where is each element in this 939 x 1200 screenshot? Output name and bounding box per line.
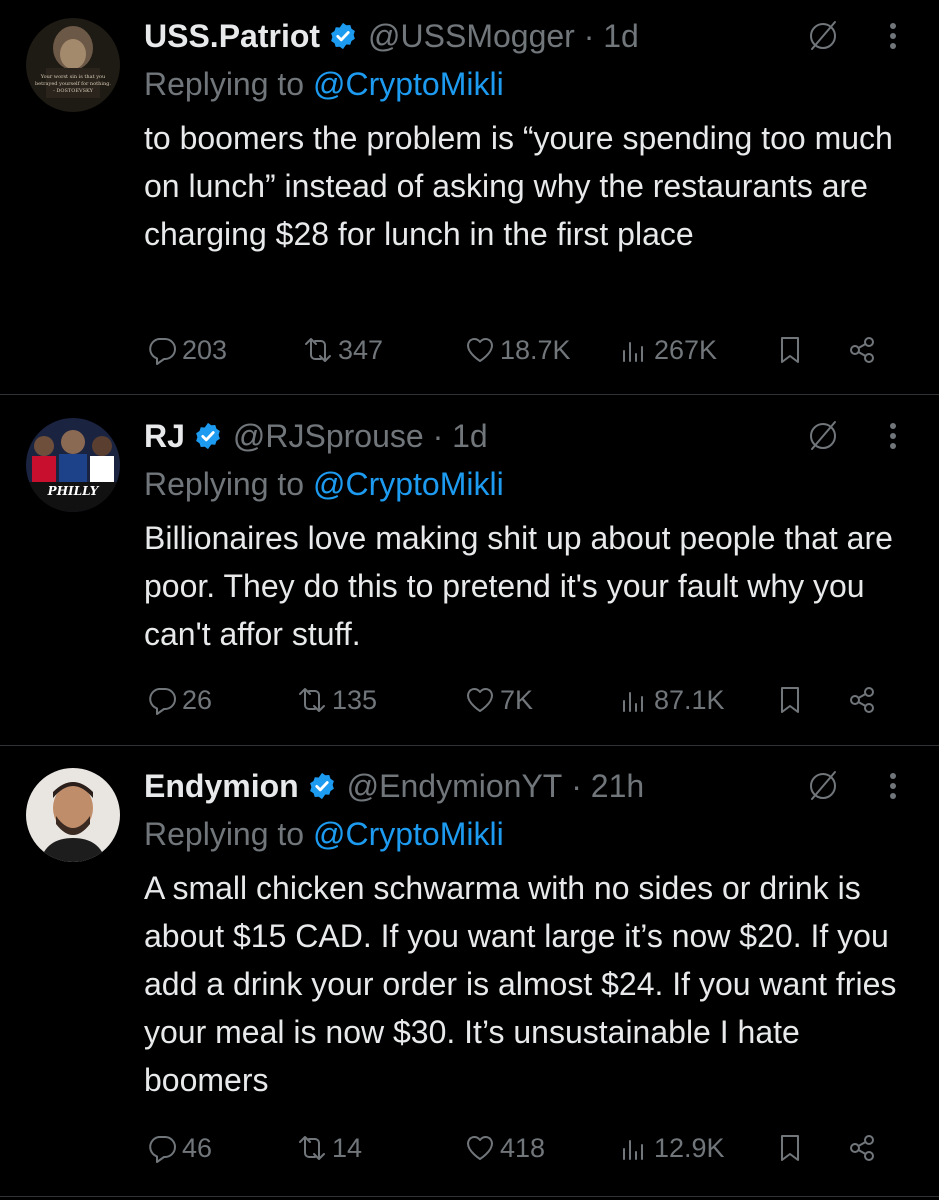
views-button[interactable]: 87.1K <box>618 680 725 720</box>
like-button[interactable]: 418 <box>464 1128 545 1168</box>
repost-count: 347 <box>338 334 384 365</box>
share-button[interactable] <box>846 1128 882 1168</box>
like-count: 18.7K <box>500 334 571 365</box>
verified-badge-icon <box>309 772 334 800</box>
mention-link[interactable]: @CryptoMikli <box>313 466 504 502</box>
verified-badge-icon <box>196 422 220 450</box>
bookmark-icon <box>781 687 799 713</box>
timestamp[interactable]: 1d <box>452 418 488 455</box>
share-icon <box>850 1135 874 1161</box>
mention-link[interactable]: @CryptoMikli <box>313 66 504 102</box>
bookmark-button[interactable] <box>774 330 810 370</box>
avatar[interactable]: PHILLY <box>26 418 120 512</box>
tweet[interactable]: Endymion @EndymionYT · 21h Replying to @… <box>0 760 939 1190</box>
mention-link[interactable]: @CryptoMikli <box>313 816 504 852</box>
reply-button[interactable]: 26 <box>146 680 212 720</box>
more-icon[interactable] <box>887 18 899 54</box>
avatar[interactable] <box>26 768 120 862</box>
share-icon <box>850 687 874 713</box>
separator-dot: · <box>423 417 453 454</box>
avatar[interactable]: Your worst sin is that you betrayed your… <box>26 18 120 112</box>
repost-count: 14 <box>332 1132 363 1163</box>
replying-to: Replying to @CryptoMikli <box>144 466 504 503</box>
reply-count: 26 <box>182 684 213 715</box>
tweet-text: to boomers the problem is “youre spendin… <box>144 120 893 252</box>
tweet[interactable]: Your worst sin is that you betrayed your… <box>0 10 939 390</box>
user-handle[interactable]: @RJSprouse <box>233 418 424 455</box>
bookmark-icon <box>781 337 799 363</box>
reply-button[interactable]: 203 <box>146 330 227 370</box>
repost-button[interactable]: 347 <box>302 330 383 370</box>
tweet-text: A small chicken schwarma with no sides o… <box>144 870 897 1098</box>
tweet[interactable]: PHILLY RJ @RJSprouse · 1d Replying to @C… <box>0 410 939 740</box>
views-button[interactable]: 267K <box>618 330 717 370</box>
like-icon <box>466 1135 494 1160</box>
user-handle[interactable]: @USSMogger <box>368 18 575 55</box>
tweet-header: USS.Patriot @USSMogger · 1d <box>144 10 639 62</box>
display-name[interactable]: RJ <box>144 418 185 455</box>
bookmark-button[interactable] <box>774 1128 810 1168</box>
action-bar: 26 135 7K 87.1K <box>146 680 896 720</box>
replying-prefix: Replying to <box>144 816 305 852</box>
reply-button[interactable]: 46 <box>146 1128 212 1168</box>
repost-button[interactable]: 135 <box>296 680 377 720</box>
share-button[interactable] <box>846 330 882 370</box>
views-icon <box>623 342 643 362</box>
replying-to: Replying to @CryptoMikli <box>144 816 504 853</box>
reply-count: 203 <box>182 334 228 365</box>
divider <box>0 745 939 746</box>
timestamp[interactable]: 1d <box>603 18 639 55</box>
views-icon <box>623 692 643 712</box>
reply-icon <box>149 1136 176 1163</box>
repost-icon <box>305 338 331 362</box>
bookmark-icon <box>781 1135 799 1161</box>
display-name[interactable]: Endymion <box>144 768 299 805</box>
verified-badge-icon <box>331 22 355 50</box>
reply-count: 46 <box>182 1132 213 1163</box>
view-count: 87.1K <box>654 684 725 715</box>
share-icon <box>850 337 874 363</box>
like-icon <box>466 337 494 362</box>
grok-icon[interactable] <box>805 418 841 454</box>
reply-icon <box>149 688 176 715</box>
reply-icon <box>149 338 176 365</box>
divider <box>0 394 939 395</box>
replying-prefix: Replying to <box>144 466 305 502</box>
view-count: 12.9K <box>654 1132 725 1163</box>
bookmark-button[interactable] <box>774 680 810 720</box>
grok-icon[interactable] <box>805 18 841 54</box>
separator-dot: · <box>574 17 604 54</box>
separator-dot: · <box>562 767 591 804</box>
tweet-header: Endymion @EndymionYT · 21h <box>144 760 644 812</box>
action-bar: 46 14 418 12.9K <box>146 1128 896 1168</box>
action-bar: 203 347 18.7K 267K <box>146 330 896 370</box>
tweet-text: Billionaires love making shit up about p… <box>144 520 893 652</box>
user-handle[interactable]: @EndymionYT <box>347 768 563 805</box>
avatar-caption: Your worst sin is that you betrayed your… <box>34 74 112 94</box>
grok-icon[interactable] <box>805 768 841 804</box>
replying-prefix: Replying to <box>144 66 305 102</box>
display-name[interactable]: USS.Patriot <box>144 18 320 55</box>
repost-icon <box>299 688 325 712</box>
like-count: 7K <box>500 684 534 715</box>
views-icon <box>623 1140 643 1160</box>
more-icon[interactable] <box>887 768 899 804</box>
like-icon <box>466 687 494 712</box>
avatar-caption: PHILLY <box>47 484 99 498</box>
share-button[interactable] <box>846 680 882 720</box>
like-button[interactable]: 18.7K <box>464 330 571 370</box>
like-count: 418 <box>500 1132 546 1163</box>
tweet-header: RJ @RJSprouse · 1d <box>144 410 488 462</box>
repost-button[interactable]: 14 <box>296 1128 362 1168</box>
more-icon[interactable] <box>887 418 899 454</box>
view-count: 267K <box>654 334 718 365</box>
repost-count: 135 <box>332 684 378 715</box>
divider <box>0 1196 939 1197</box>
repost-icon <box>299 1136 325 1160</box>
like-button[interactable]: 7K <box>464 680 533 720</box>
replying-to: Replying to @CryptoMikli <box>144 66 504 103</box>
timestamp[interactable]: 21h <box>591 768 644 805</box>
views-button[interactable]: 12.9K <box>618 1128 725 1168</box>
